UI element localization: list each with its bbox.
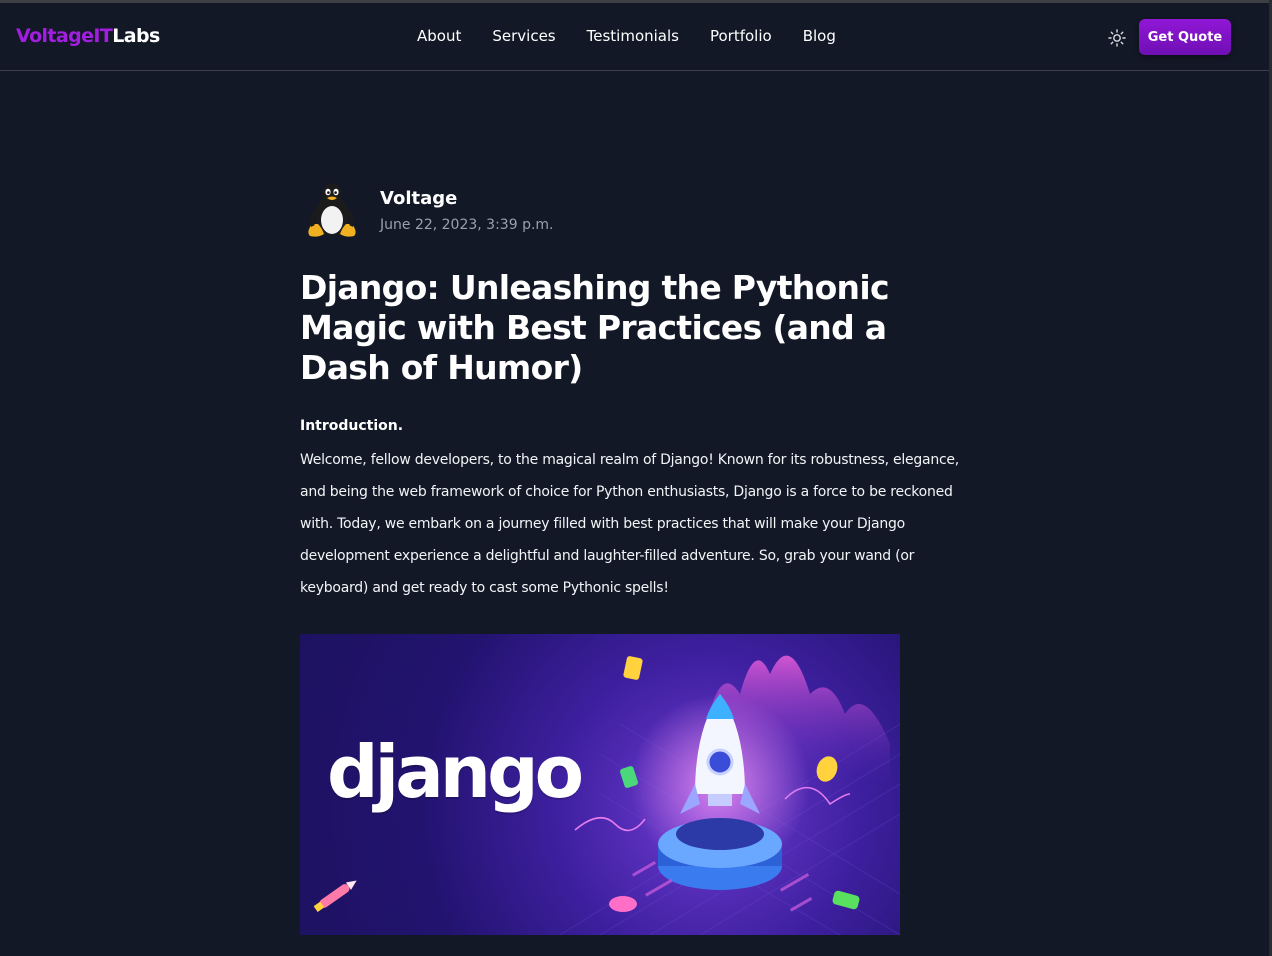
django-wordmark: django [327, 730, 584, 814]
intro-heading: Introduction. [300, 418, 404, 434]
post-title: Django: Unleashing the Pythonic Magic wi… [300, 268, 890, 387]
hero-image: django [300, 634, 900, 935]
brand-name-part1: VoltageIT [16, 25, 113, 47]
brand-logo[interactable]: VoltageITLabs [16, 25, 160, 47]
post-author: Voltage June 22, 2023, 3:39 p.m. [300, 178, 940, 242]
penguin-avatar-icon [308, 183, 356, 237]
nav-link-testimonials[interactable]: Testimonials [587, 27, 679, 45]
nav-link-services[interactable]: Services [492, 27, 555, 45]
get-quote-button[interactable]: Get Quote [1139, 19, 1231, 55]
nav-link-blog[interactable]: Blog [803, 27, 836, 45]
nav-link-portfolio[interactable]: Portfolio [710, 27, 772, 45]
nav-link-about[interactable]: About [417, 27, 461, 45]
post-date: June 22, 2023, 3:39 p.m. [380, 217, 554, 233]
main-nav: About Services Testimonials Portfolio Bl… [417, 27, 867, 45]
theme-toggle-button[interactable] [1105, 26, 1129, 50]
sun-icon [1108, 29, 1126, 47]
author-name[interactable]: Voltage [380, 188, 457, 209]
brand-name-part2: Labs [112, 25, 160, 47]
intro-paragraph: Welcome, fellow developers, to the magic… [300, 452, 959, 596]
site-header: VoltageITLabs About Services Testimonial… [0, 3, 1269, 71]
